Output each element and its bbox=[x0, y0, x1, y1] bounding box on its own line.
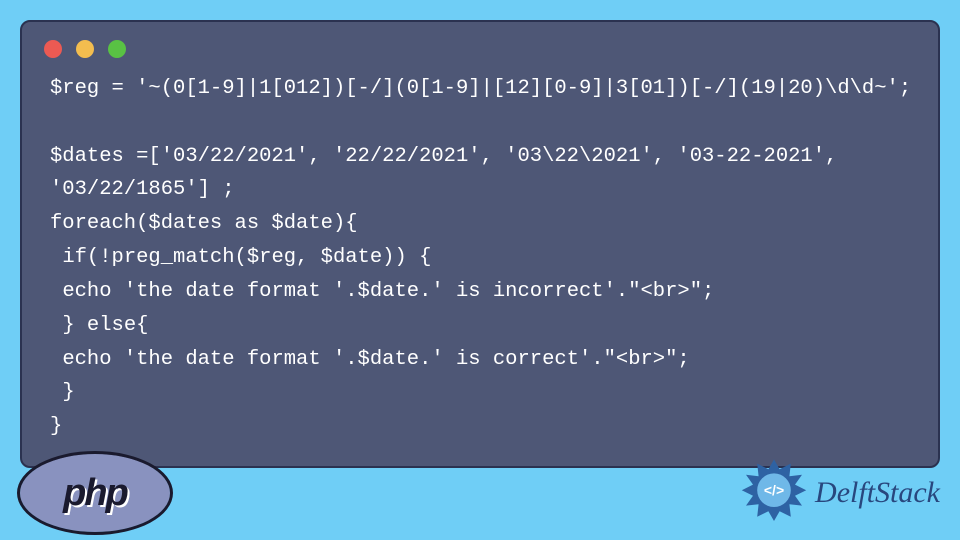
brand-badge-icon: </> bbox=[739, 458, 809, 528]
code-line: echo 'the date format '.$date.' is corre… bbox=[50, 348, 690, 371]
footer: php </> DelftStack bbox=[20, 452, 940, 534]
code-line: $dates =['03/22/2021', '22/22/2021', '03… bbox=[50, 145, 850, 202]
window-controls bbox=[22, 22, 938, 68]
code-line: echo 'the date format '.$date.' is incor… bbox=[50, 280, 714, 303]
svg-text:</>: </> bbox=[764, 482, 784, 498]
code-line: foreach($dates as $date){ bbox=[50, 212, 358, 235]
brand-text: DelftStack bbox=[815, 476, 940, 510]
maximize-icon bbox=[108, 40, 126, 58]
code-line: if(!preg_match($reg, $date)) { bbox=[50, 246, 431, 269]
code-line: $reg = '~(0[1-9]|1[012])[-/](0[1-9]|[12]… bbox=[50, 77, 911, 100]
minimize-icon bbox=[76, 40, 94, 58]
close-icon bbox=[44, 40, 62, 58]
code-line: } else{ bbox=[50, 314, 148, 337]
code-line: } bbox=[50, 415, 62, 438]
code-block: $reg = '~(0[1-9]|1[012])[-/](0[1-9]|[12]… bbox=[22, 68, 938, 448]
code-panel: $reg = '~(0[1-9]|1[012])[-/](0[1-9]|[12]… bbox=[20, 20, 940, 468]
php-logo: php bbox=[20, 454, 170, 532]
brand: </> DelftStack bbox=[739, 458, 940, 528]
php-logo-text: php bbox=[63, 472, 127, 515]
code-line: } bbox=[50, 381, 75, 404]
